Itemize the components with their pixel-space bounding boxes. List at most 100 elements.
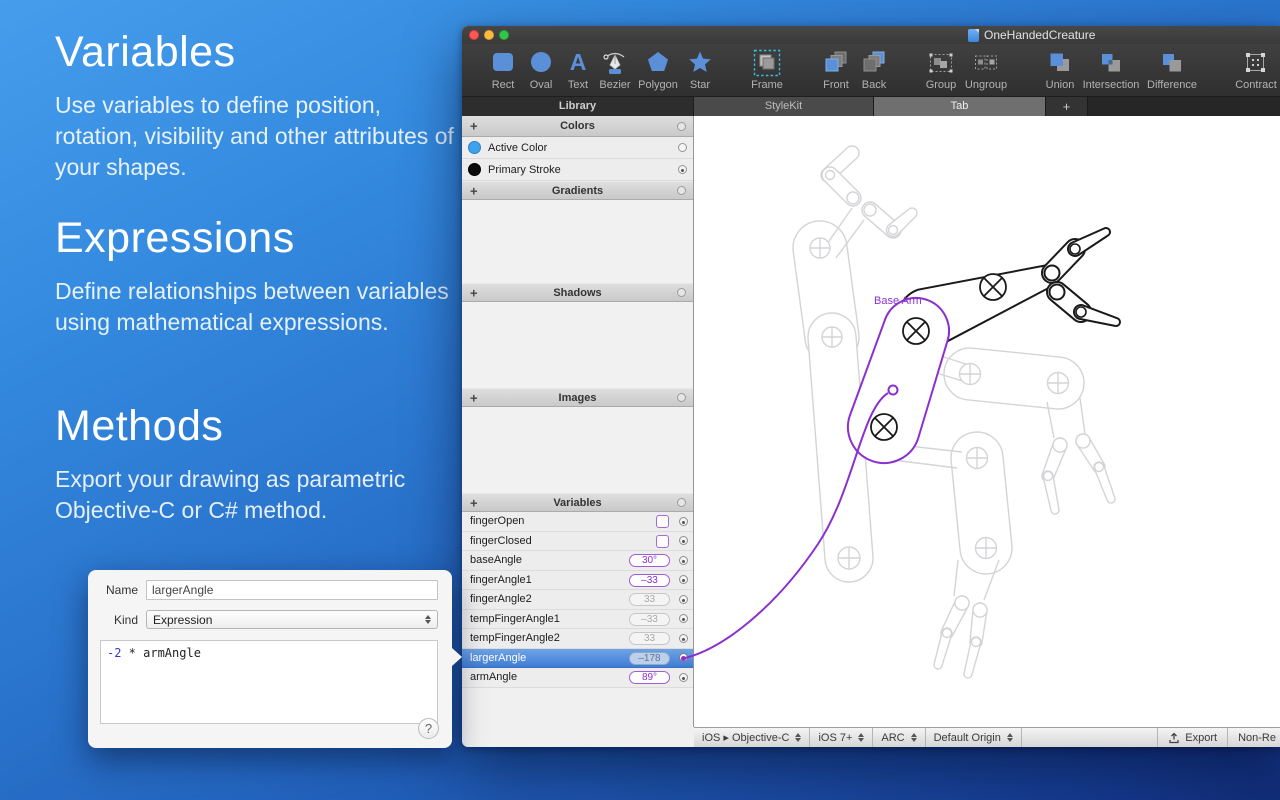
add-color-button[interactable]: + [470,119,478,134]
name-field[interactable] [146,580,438,600]
kind-label: Kind [100,613,138,627]
variable-checkbox[interactable] [656,535,669,548]
os-version-dropdown[interactable]: iOS 7+ [810,728,873,747]
variables-section-radio[interactable] [677,498,686,507]
variable-row-fingerClosed[interactable]: fingerClosed [462,532,693,552]
tool-back[interactable]: Back [845,48,903,91]
stepper-icon [1007,733,1013,742]
color-target-radio[interactable] [678,165,687,174]
color-row-primary-stroke[interactable]: Primary Stroke [462,159,693,181]
variable-target-radio[interactable] [679,556,688,565]
variable-target-radio[interactable] [679,673,688,682]
origin-dropdown[interactable]: Default Origin [926,728,1022,747]
tool-star[interactable]: Star [671,48,729,91]
variable-row-largerAngle[interactable]: largerAngle –178 [462,649,693,669]
add-variable-button[interactable]: + [470,495,478,510]
tool-difference[interactable]: Difference [1143,48,1201,91]
panel-callout-arrow [452,648,462,666]
arc-dropdown[interactable]: ARC [873,728,925,747]
zoom-button[interactable] [499,30,509,40]
variable-target-radio[interactable] [679,536,688,545]
hero-title-variables: Variables [55,28,465,77]
variable-target-radio[interactable] [679,614,688,623]
tool-ungroup[interactable]: Ungroup [957,48,1015,91]
variables-section-header[interactable]: + Variables [462,493,693,512]
variable-target-radio[interactable] [679,595,688,604]
toolbar: Rect Oval A Text Bezier [462,44,1280,97]
stepper-icon [911,733,917,742]
back-icon [845,48,903,78]
images-section-header[interactable]: + Images [462,388,693,407]
variable-value-pill[interactable]: 89° [629,671,670,684]
variable-target-radio[interactable] [679,653,688,662]
variable-target-radio[interactable] [679,575,688,584]
shadows-section-radio[interactable] [677,288,686,297]
variable-value-pill[interactable]: 33 [629,632,670,645]
name-label: Name [100,583,138,597]
gradients-section-header[interactable]: + Gradients [462,181,693,200]
variable-value-pill[interactable]: 33 [629,593,670,606]
hero-body-variables: Use variables to define position, rotati… [55,90,465,183]
close-button[interactable] [469,30,479,40]
tab-tab[interactable]: Tab [874,97,1046,116]
hero-title-expressions: Expressions [55,214,465,263]
tool-frame[interactable]: Frame [738,48,796,91]
variable-inspector-panel: Name Kind Expression -2 * armAngle ? [88,570,452,748]
help-button[interactable]: ? [418,718,439,739]
variable-target-radio[interactable] [679,634,688,643]
minimize-button[interactable] [484,30,494,40]
tab-stylekit[interactable]: StyleKit [694,97,874,116]
add-gradient-button[interactable]: + [470,183,478,198]
tab-bar: Library StyleKit Tab + [462,97,1280,116]
intersection-icon [1082,48,1140,78]
active-color-swatch[interactable] [468,141,481,154]
non-retained-dropdown[interactable]: Non-Re [1227,728,1280,747]
platform-dropdown[interactable]: iOS ▸ Objective-C [694,728,810,747]
add-tab-button[interactable]: + [1046,97,1088,116]
export-button[interactable]: Export [1157,728,1227,747]
add-image-button[interactable]: + [470,390,478,405]
hero-body-expressions: Define relationships between variables u… [55,276,465,338]
document-icon [968,29,979,42]
variable-target-radio[interactable] [679,517,688,526]
union-icon [1031,48,1089,78]
app-window: OneHandedCreature Rect Oval A Text [462,26,1280,747]
library-sidebar: + Colors Active Color Primary Stroke + G… [462,116,694,727]
tool-union[interactable]: Union [1031,48,1089,91]
images-section-radio[interactable] [677,393,686,402]
kind-dropdown[interactable]: Expression [146,610,438,629]
variable-checkbox[interactable] [656,515,669,528]
tool-contract[interactable]: Contract [1227,48,1280,91]
colors-section-header[interactable]: + Colors [462,116,693,137]
variable-row-baseAngle[interactable]: baseAngle 30° [462,551,693,571]
variable-row-armAngle[interactable]: armAngle 89° [462,668,693,688]
variable-value-pill[interactable]: –178 [629,652,670,665]
contract-icon [1227,48,1280,78]
creature-drawing[interactable]: Base Arm [694,116,1280,727]
stepper-icon [795,733,801,742]
ungroup-icon [957,48,1015,78]
variable-row-fingerAngle2[interactable]: fingerAngle2 33 [462,590,693,610]
colors-section-radio[interactable] [677,122,686,131]
add-shadow-button[interactable]: + [470,285,478,300]
expression-editor[interactable]: -2 * armAngle [100,640,438,724]
variable-row-fingerOpen[interactable]: fingerOpen [462,512,693,532]
variable-row-fingerAngle1[interactable]: fingerAngle1 –33 [462,571,693,591]
variable-value-pill[interactable]: –33 [629,574,670,587]
shadows-section-header[interactable]: + Shadows [462,283,693,302]
color-target-radio[interactable] [678,143,687,152]
svg-text:A: A [570,50,587,75]
variable-row-tempFingerAngle1[interactable]: tempFingerAngle1 –33 [462,610,693,630]
primary-stroke-swatch[interactable] [468,163,481,176]
drawing-canvas[interactable]: Base Arm [694,116,1280,727]
frame-icon [738,48,796,78]
variable-row-tempFingerAngle2[interactable]: tempFingerAngle2 33 [462,629,693,649]
variable-value-pill[interactable]: 30° [629,554,670,567]
gradients-section-radio[interactable] [677,186,686,195]
tool-intersection[interactable]: Intersection [1082,48,1140,91]
export-icon [1168,732,1180,744]
library-header: Library [462,97,694,116]
titlebar: OneHandedCreature [462,26,1280,44]
variable-value-pill[interactable]: –33 [629,613,670,626]
color-row-active-color[interactable]: Active Color [462,137,693,159]
